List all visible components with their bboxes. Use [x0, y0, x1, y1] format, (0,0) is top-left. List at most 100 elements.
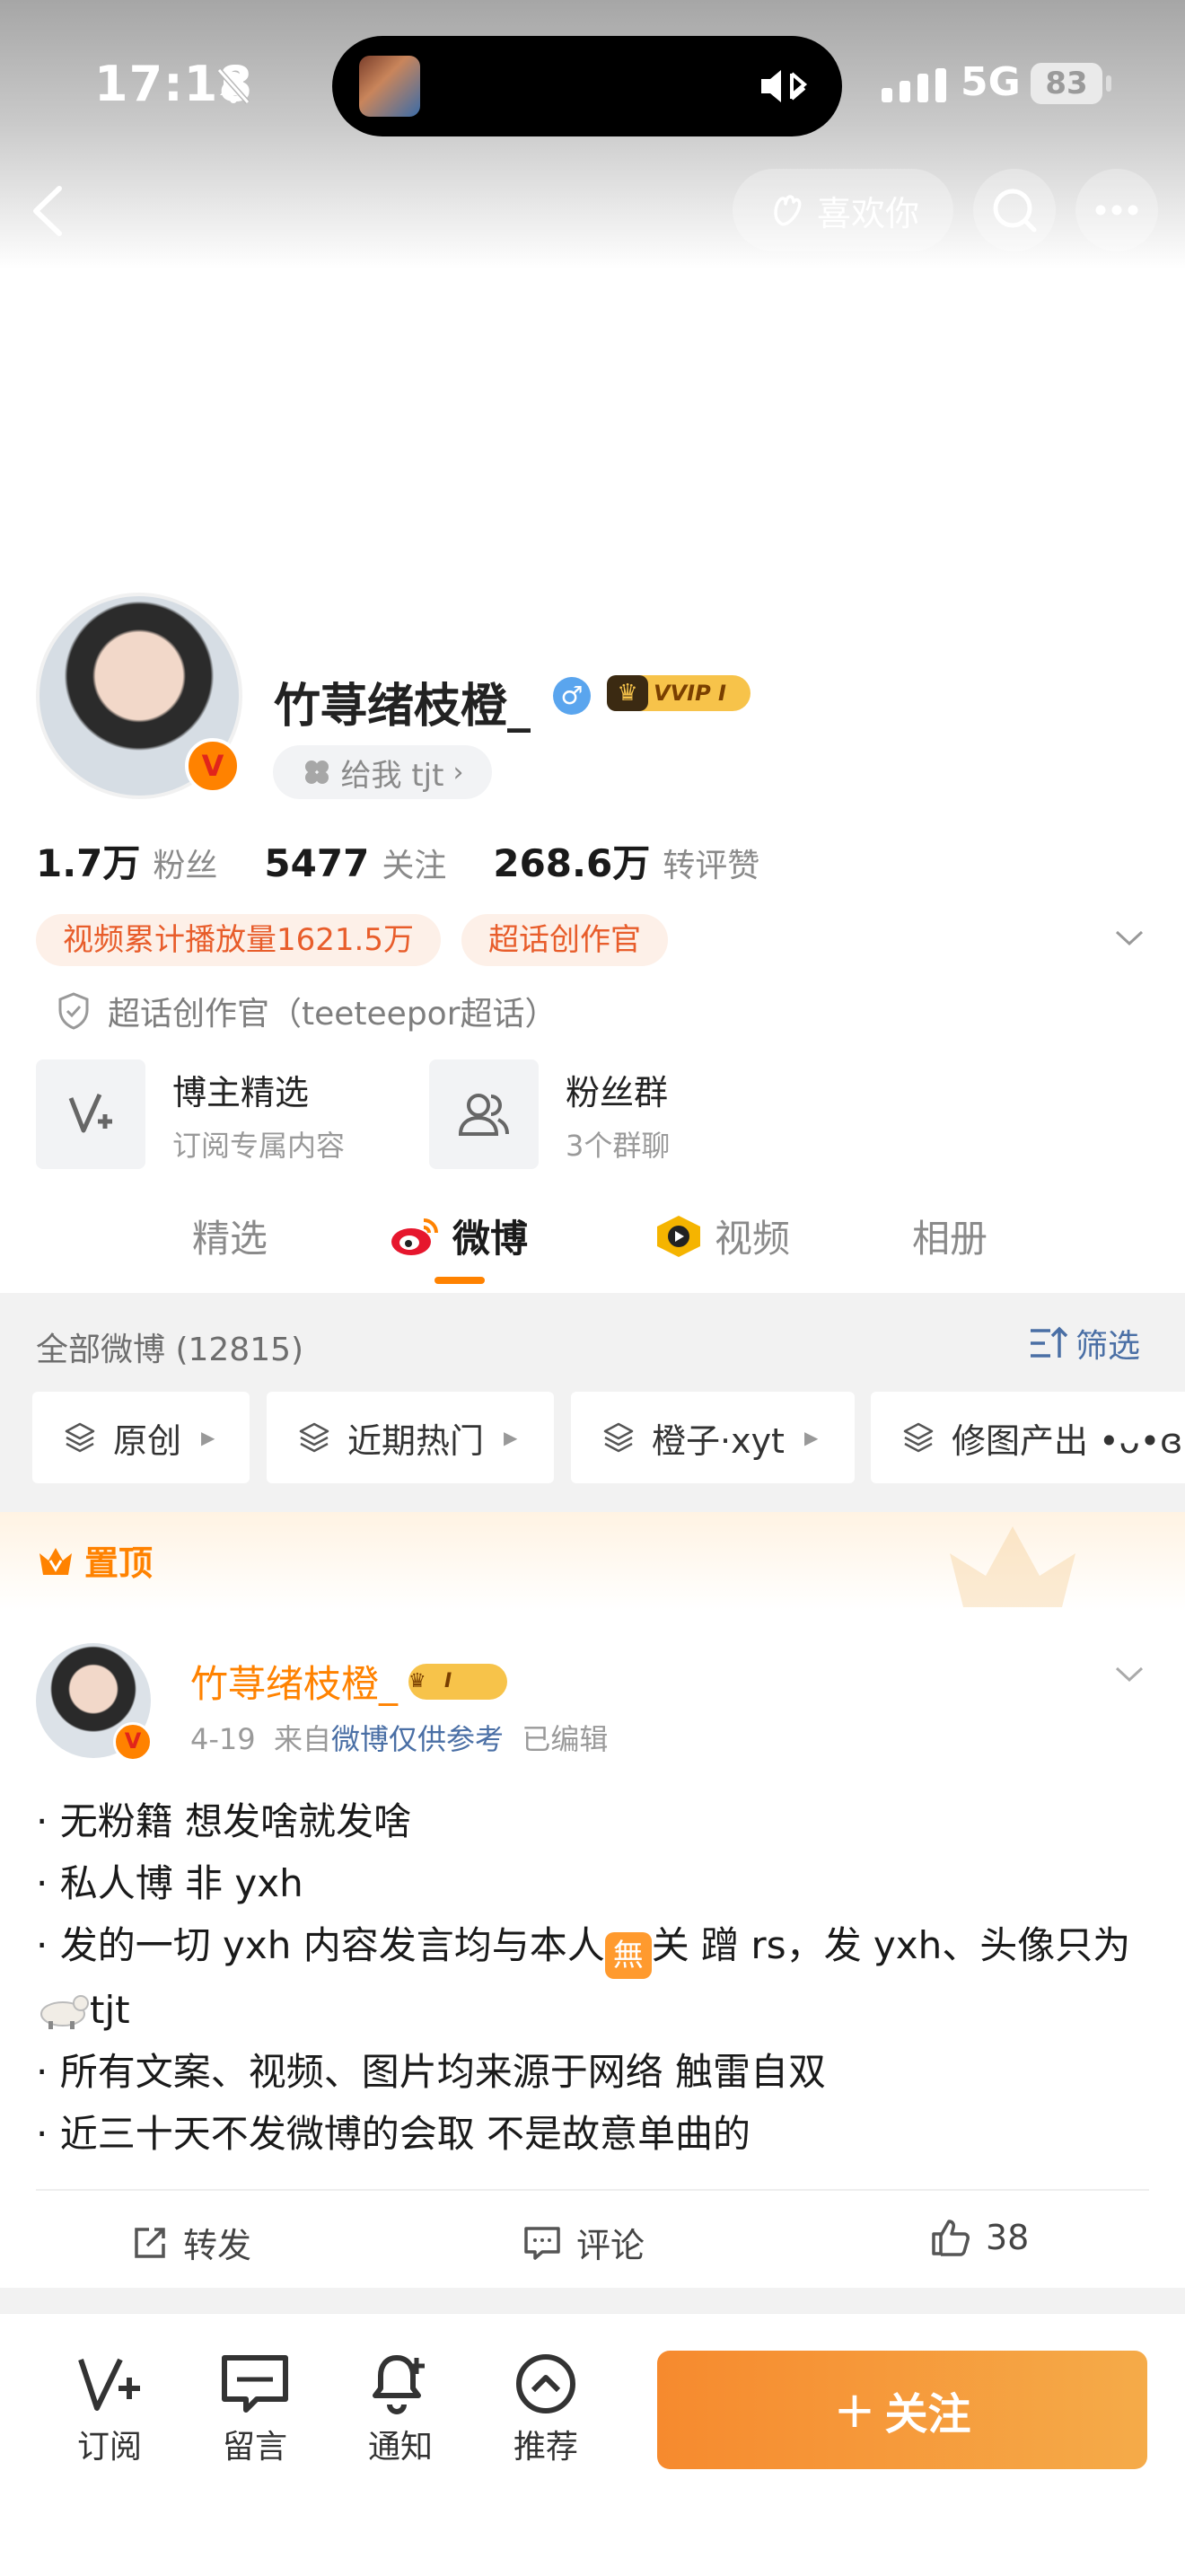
video-play-icon	[657, 1215, 700, 1257]
post-source-prefix: 来自	[273, 1722, 331, 1756]
chip-photo-edits-label: 修图产出 •ᴗ•ɞ	[952, 1420, 1183, 1461]
layers-icon	[65, 1422, 95, 1453]
caret-right-icon: ▶	[504, 1427, 518, 1448]
recommend-label: 推荐	[513, 2429, 578, 2466]
post-line-text: 关 蹭 rs，发 yxh、头像只为	[651, 1923, 1131, 1967]
chip-original[interactable]: 原创 ▶	[32, 1392, 250, 1483]
filter-button[interactable]: 筛选	[1029, 1320, 1140, 1367]
now-playing-thumbnail	[359, 56, 420, 117]
tab-video-label: 视频	[715, 1217, 791, 1261]
tab-featured[interactable]: 精选	[192, 1209, 268, 1263]
fan-group-subtitle: 3个群聊	[566, 1128, 671, 1163]
super-topic-creator-tag[interactable]: 超话创作官	[461, 914, 668, 966]
weibo-logo-icon	[391, 1218, 438, 1255]
all-posts-count: 全部微博 (12815)	[36, 1332, 304, 1368]
post-menu-chevron-icon[interactable]	[1113, 1663, 1146, 1686]
battery-tip	[1106, 75, 1111, 92]
crown-watermark-icon	[950, 1526, 1075, 1607]
alpaca-emoji-icon	[40, 1995, 89, 2029]
hand-heart-icon	[774, 195, 802, 226]
post-line-text: · 发的一切 yxh 内容发言均与本人	[36, 1923, 605, 1967]
repost-label: 转发	[183, 2226, 252, 2265]
tjt-label: 给我 tjt	[340, 757, 444, 794]
video-plays-tag[interactable]: 视频累计播放量1621.5万	[36, 914, 441, 966]
profile-name: 竹荨绪枝橙_	[274, 680, 531, 734]
search-icon	[993, 189, 1037, 233]
thumbs-up-icon	[932, 2220, 970, 2256]
tab-video[interactable]: 视频	[654, 1209, 790, 1263]
chevron-down-icon[interactable]	[1113, 925, 1146, 950]
super-topic-text: 超话创作官（teeteepor超话）	[108, 996, 557, 1033]
notify-label: 通知	[367, 2429, 433, 2466]
post-line: · 发的一切 yxh 内容发言均与本人無关 蹭 rs，发 yxh、头像只为 tjt	[36, 1914, 1149, 2041]
group-people-icon	[429, 1059, 539, 1169]
dynamic-island[interactable]	[332, 36, 842, 136]
speaker-bluetooth-icon	[761, 70, 808, 102]
chevron-right-icon: ›	[452, 756, 464, 788]
chip-photo-edits[interactable]: 修图产出 •ᴗ•ɞ	[871, 1392, 1185, 1483]
tab-album[interactable]: 相册	[912, 1209, 988, 1263]
chip-recent-hot-label: 近期热门	[347, 1420, 485, 1461]
like-button[interactable]: 38	[930, 2218, 1029, 2257]
active-tab-indicator	[434, 1277, 485, 1284]
gender-male-icon: ♂	[553, 677, 591, 715]
tab-weibo[interactable]: 微博	[388, 1209, 528, 1263]
repost-button[interactable]: 转发	[131, 2218, 251, 2267]
layers-icon	[903, 1422, 934, 1453]
post-verified-badge: V	[113, 1722, 153, 1762]
creator-picks-card[interactable]: 博主精选 订阅专属内容	[36, 1059, 345, 1169]
section-gap	[0, 2288, 1185, 2313]
post-source[interactable]: 微博仅供参考	[331, 1722, 504, 1756]
bell-plus-icon	[373, 2355, 425, 2414]
vip-badge: ♛ I	[408, 1663, 508, 1700]
chip-recent-hot[interactable]: 近期热门 ▶	[267, 1392, 554, 1483]
network-type: 5G	[961, 59, 1021, 105]
message-bubble-icon	[222, 2355, 288, 2413]
tab-featured-label: 精选	[192, 1217, 268, 1261]
subscribe-label: 订阅	[76, 2429, 142, 2466]
tab-album-label: 相册	[912, 1217, 988, 1261]
interactions-count: 268.6万	[493, 841, 651, 885]
clover-icon	[304, 760, 329, 784]
battery-indicator: 83	[1031, 63, 1102, 104]
post-divider	[36, 2189, 1149, 2191]
crown-icon: ♛	[408, 1669, 426, 1692]
layers-icon	[299, 1422, 329, 1453]
followers-count[interactable]: 1.7万	[36, 833, 140, 888]
more-dots-icon	[1095, 205, 1138, 215]
back-arrow-icon[interactable]	[25, 180, 70, 242]
tjt-button[interactable]: 给我 tjt ›	[273, 745, 492, 799]
bell-muted-icon	[216, 68, 250, 104]
search-button[interactable]	[973, 169, 1056, 251]
subscribe-button[interactable]: 订阅	[56, 2352, 163, 2467]
message-label: 留言	[222, 2429, 287, 2466]
following-label[interactable]: 关注	[382, 840, 446, 886]
follow-button[interactable]: + 关注	[657, 2351, 1147, 2469]
like-you-label: 喜欢你	[816, 193, 919, 233]
vip-small-label: I	[444, 1670, 452, 1692]
fan-group-title: 粉丝群	[566, 1072, 669, 1112]
post-author[interactable]: 竹荨绪枝橙_ ♛ I	[190, 1654, 508, 1709]
subscribe-v-icon	[78, 2358, 140, 2411]
chevron-up-circle-icon	[516, 2354, 575, 2413]
post-body[interactable]: · 无粉籍 想发啥就发啥 · 私人博 非 yxh · 发的一切 yxh 内容发言…	[36, 1790, 1149, 2165]
more-options-button[interactable]	[1075, 169, 1158, 251]
post-line: · 近三十天不发微博的会取 不是故意单曲的	[36, 2112, 751, 2156]
like-you-button[interactable]: 喜欢你	[733, 169, 953, 251]
like-count: 38	[986, 2218, 1030, 2257]
wu-emoji-icon: 無	[604, 1932, 652, 1979]
recommend-button[interactable]: 推荐	[492, 2352, 600, 2467]
vvip-badge[interactable]: ♛ VVIP I	[607, 675, 750, 711]
notify-button[interactable]: 通知	[347, 2352, 454, 2467]
fan-group-card[interactable]: 粉丝群 3个群聊	[429, 1059, 670, 1169]
followers-label[interactable]: 粉丝	[153, 840, 217, 886]
verified-badge-label: V	[201, 749, 224, 783]
message-button[interactable]: 留言	[201, 2352, 309, 2467]
following-count[interactable]: 5477	[264, 841, 369, 885]
shield-check-icon	[58, 992, 89, 1030]
chip-orange-xyt[interactable]: 橙子·xyt ▶	[571, 1392, 855, 1483]
caret-right-icon: ▶	[803, 1427, 819, 1448]
post-line: · 所有文案、视频、图片均来源于网络 触雷自双	[36, 2050, 827, 2094]
comment-button[interactable]: 评论	[522, 2218, 645, 2267]
super-topic-row[interactable]: 超话创作官（teeteepor超话）	[56, 988, 557, 1034]
